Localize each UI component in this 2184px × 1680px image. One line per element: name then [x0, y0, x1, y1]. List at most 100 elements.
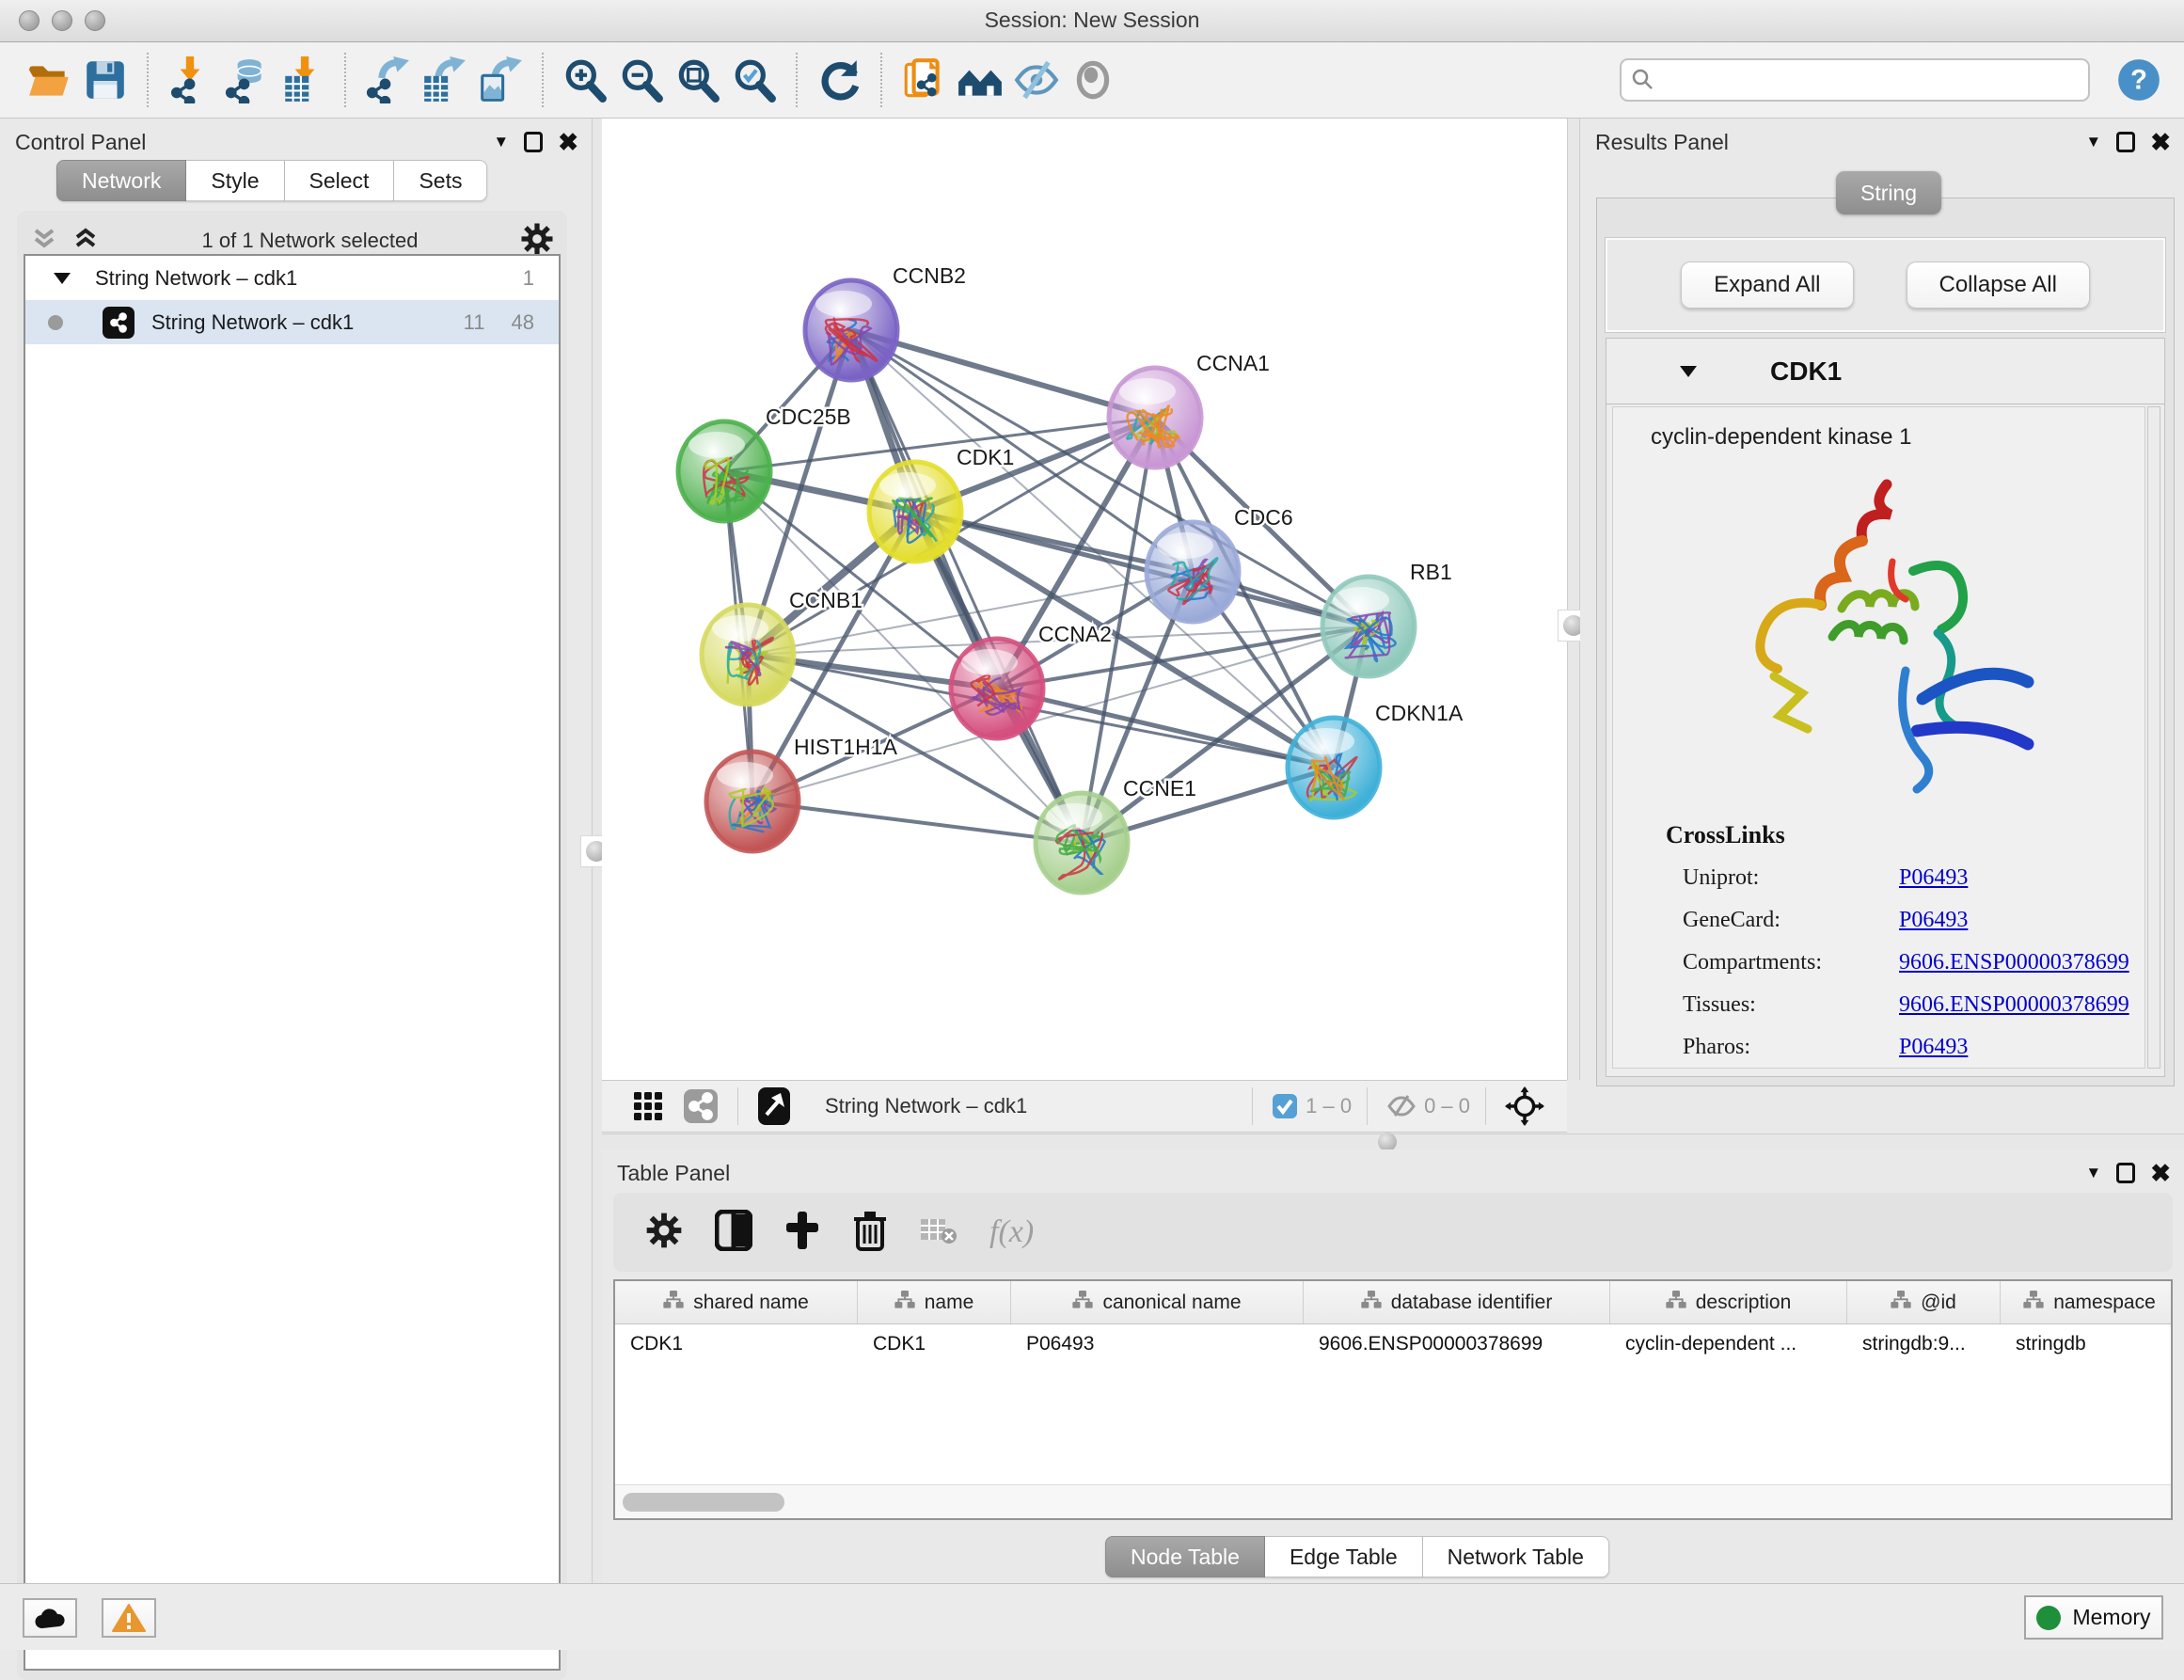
houses-button[interactable]: [952, 51, 1008, 109]
import-network-button[interactable]: [162, 51, 218, 109]
crosslink-label: Pharos:: [1683, 1035, 1899, 1060]
node-CDKN1A[interactable]: CDKN1A: [1288, 701, 1464, 817]
column-header-description[interactable]: description: [1610, 1281, 1847, 1323]
tab-string[interactable]: String: [1836, 171, 1941, 214]
network-share-view-icon[interactable]: [673, 1088, 728, 1124]
crosslink-link[interactable]: P06493: [1899, 908, 1968, 933]
hidden-eye-icon[interactable]: [1377, 1091, 1418, 1121]
collapse-all-button[interactable]: Collapse All: [1907, 262, 2090, 309]
float-panel-icon[interactable]: [524, 132, 543, 152]
table-horizontal-scrollbar[interactable]: [615, 1484, 2171, 1518]
crosslink-link[interactable]: P06493: [1899, 865, 1968, 891]
network-canvas[interactable]: CCNB2CCNA1CDC25BCDK1CDC6RB1CCNB1CCNA2CDK…: [602, 119, 1567, 1080]
open-session-button[interactable]: [21, 51, 77, 109]
export-image-button[interactable]: [472, 51, 529, 109]
table-cell[interactable]: CDK1: [858, 1324, 1011, 1364]
refresh-view-button[interactable]: [811, 51, 867, 109]
memory-button[interactable]: Memory: [2024, 1595, 2163, 1640]
close-panel-icon[interactable]: ✖: [558, 130, 578, 154]
column-header-@id[interactable]: @id: [1847, 1281, 2001, 1323]
hidden-count: 0 – 0: [1424, 1094, 1470, 1118]
collapse-panel-icon[interactable]: ▼: [2085, 1164, 2101, 1182]
table-settings-gear-icon[interactable]: [645, 1212, 683, 1254]
float-panel-icon[interactable]: [2116, 132, 2135, 152]
crosslink-link[interactable]: 9606.ENSP00000378699: [1899, 992, 2129, 1018]
table-cell[interactable]: stringdb: [2001, 1324, 2173, 1364]
tab-edge-table[interactable]: Edge Table: [1265, 1536, 1423, 1577]
column-header-canonical-name[interactable]: canonical name: [1011, 1281, 1304, 1323]
import-table-button[interactable]: [275, 51, 331, 109]
tab-style[interactable]: Style: [186, 160, 284, 201]
hide-selected-button[interactable]: [1008, 51, 1065, 109]
export-table-button[interactable]: [416, 51, 472, 109]
table-cell[interactable]: 9606.ENSP00000378699: [1304, 1324, 1610, 1364]
right-splitter[interactable]: [1567, 119, 1580, 1080]
column-header-name[interactable]: name: [858, 1281, 1011, 1323]
delete-column-trash-icon[interactable]: [852, 1210, 888, 1256]
node-RB1[interactable]: RB1: [1322, 560, 1452, 676]
protein-card-header[interactable]: CDK1: [1606, 339, 2164, 404]
expand-all-networks-icon[interactable]: [71, 225, 100, 258]
tab-select[interactable]: Select: [285, 160, 395, 201]
tab-sets[interactable]: Sets: [394, 160, 487, 201]
float-panel-icon[interactable]: [2116, 1163, 2135, 1183]
show-hidden-button[interactable]: [1065, 51, 1121, 109]
close-panel-icon[interactable]: ✖: [2150, 1161, 2171, 1185]
expand-all-button[interactable]: Expand All: [1681, 262, 1853, 309]
tab-network-table[interactable]: Network Table: [1423, 1536, 1609, 1577]
node-CCNA1[interactable]: CCNA1: [1109, 351, 1270, 468]
import-database-button[interactable]: [218, 51, 275, 109]
grid-view-icon[interactable]: [623, 1090, 673, 1122]
column-header-namespace[interactable]: namespace: [2001, 1281, 2173, 1323]
add-column-icon[interactable]: [784, 1210, 820, 1256]
table-cell[interactable]: cyclin-dependent ...: [1610, 1324, 1847, 1364]
export-network-button[interactable]: [359, 51, 416, 109]
show-columns-icon[interactable]: [715, 1210, 752, 1256]
table-cell[interactable]: stringdb:9...: [1847, 1324, 2001, 1364]
zoom-fit-button[interactable]: [670, 51, 726, 109]
search-input[interactable]: [1620, 58, 2090, 102]
table-row[interactable]: CDK1CDK1P064939606.ENSP00000378699cyclin…: [615, 1324, 2171, 1364]
delete-table-icon[interactable]: [920, 1215, 957, 1250]
control-panel-title: Control Panel: [15, 130, 146, 155]
collapse-panel-icon[interactable]: ▼: [493, 133, 509, 151]
node-CDC6[interactable]: CDC6: [1147, 505, 1293, 622]
function-builder-icon[interactable]: f(x): [989, 1214, 1034, 1250]
network-row[interactable]: String Network – cdk1 11 48: [25, 300, 559, 344]
string-document-button[interactable]: [895, 51, 952, 109]
table-cell[interactable]: CDK1: [615, 1324, 858, 1364]
close-panel-icon[interactable]: ✖: [2150, 130, 2171, 154]
node-label-CCNA1: CCNA1: [1196, 351, 1270, 375]
detach-view-icon[interactable]: [748, 1086, 800, 1126]
node-HIST1H1A[interactable]: HIST1H1A: [706, 735, 898, 851]
card-expander-icon[interactable]: [1680, 366, 1697, 377]
edge-HIST1H1A-CCNE1[interactable]: [752, 801, 1082, 843]
results-scrollbar[interactable]: [2147, 406, 2160, 1069]
collapse-all-networks-icon[interactable]: [30, 225, 58, 258]
scrollbar-thumb[interactable]: [623, 1493, 784, 1512]
node-CCNB2[interactable]: CCNB2: [805, 263, 966, 380]
cloud-button[interactable]: [23, 1598, 77, 1638]
tab-node-table[interactable]: Node Table: [1105, 1536, 1265, 1577]
save-session-button[interactable]: [77, 51, 134, 109]
node-table[interactable]: shared namenamecanonical namedatabase id…: [613, 1279, 2173, 1520]
zoom-in-button[interactable]: [557, 51, 613, 109]
crosslink-link[interactable]: P06493: [1899, 1035, 1968, 1060]
column-header-database-identifier[interactable]: database identifier: [1304, 1281, 1610, 1323]
selected-checkbox-icon[interactable]: [1262, 1093, 1300, 1119]
table-cell[interactable]: P06493: [1011, 1324, 1304, 1364]
column-header-shared-name[interactable]: shared name: [615, 1281, 858, 1323]
zoom-selected-button[interactable]: [726, 51, 783, 109]
birdseye-view-icon[interactable]: [1496, 1086, 1554, 1126]
tab-network[interactable]: Network: [56, 160, 186, 201]
crosslink-link[interactable]: 9606.ENSP00000378699: [1899, 950, 2129, 975]
network-collection-row[interactable]: String Network – cdk1 1: [25, 256, 559, 300]
zoom-out-button[interactable]: [613, 51, 670, 109]
collection-expander-icon[interactable]: [54, 273, 71, 284]
collapse-panel-icon[interactable]: ▼: [2085, 133, 2101, 151]
warning-button[interactable]: [102, 1598, 156, 1638]
edge-CDK1-RB1[interactable]: [915, 512, 1369, 626]
node-CDK1[interactable]: CDK1: [869, 445, 1014, 562]
edge-CCNB2-CCNE1[interactable]: [851, 330, 1082, 843]
help-button[interactable]: ?: [2114, 55, 2163, 104]
